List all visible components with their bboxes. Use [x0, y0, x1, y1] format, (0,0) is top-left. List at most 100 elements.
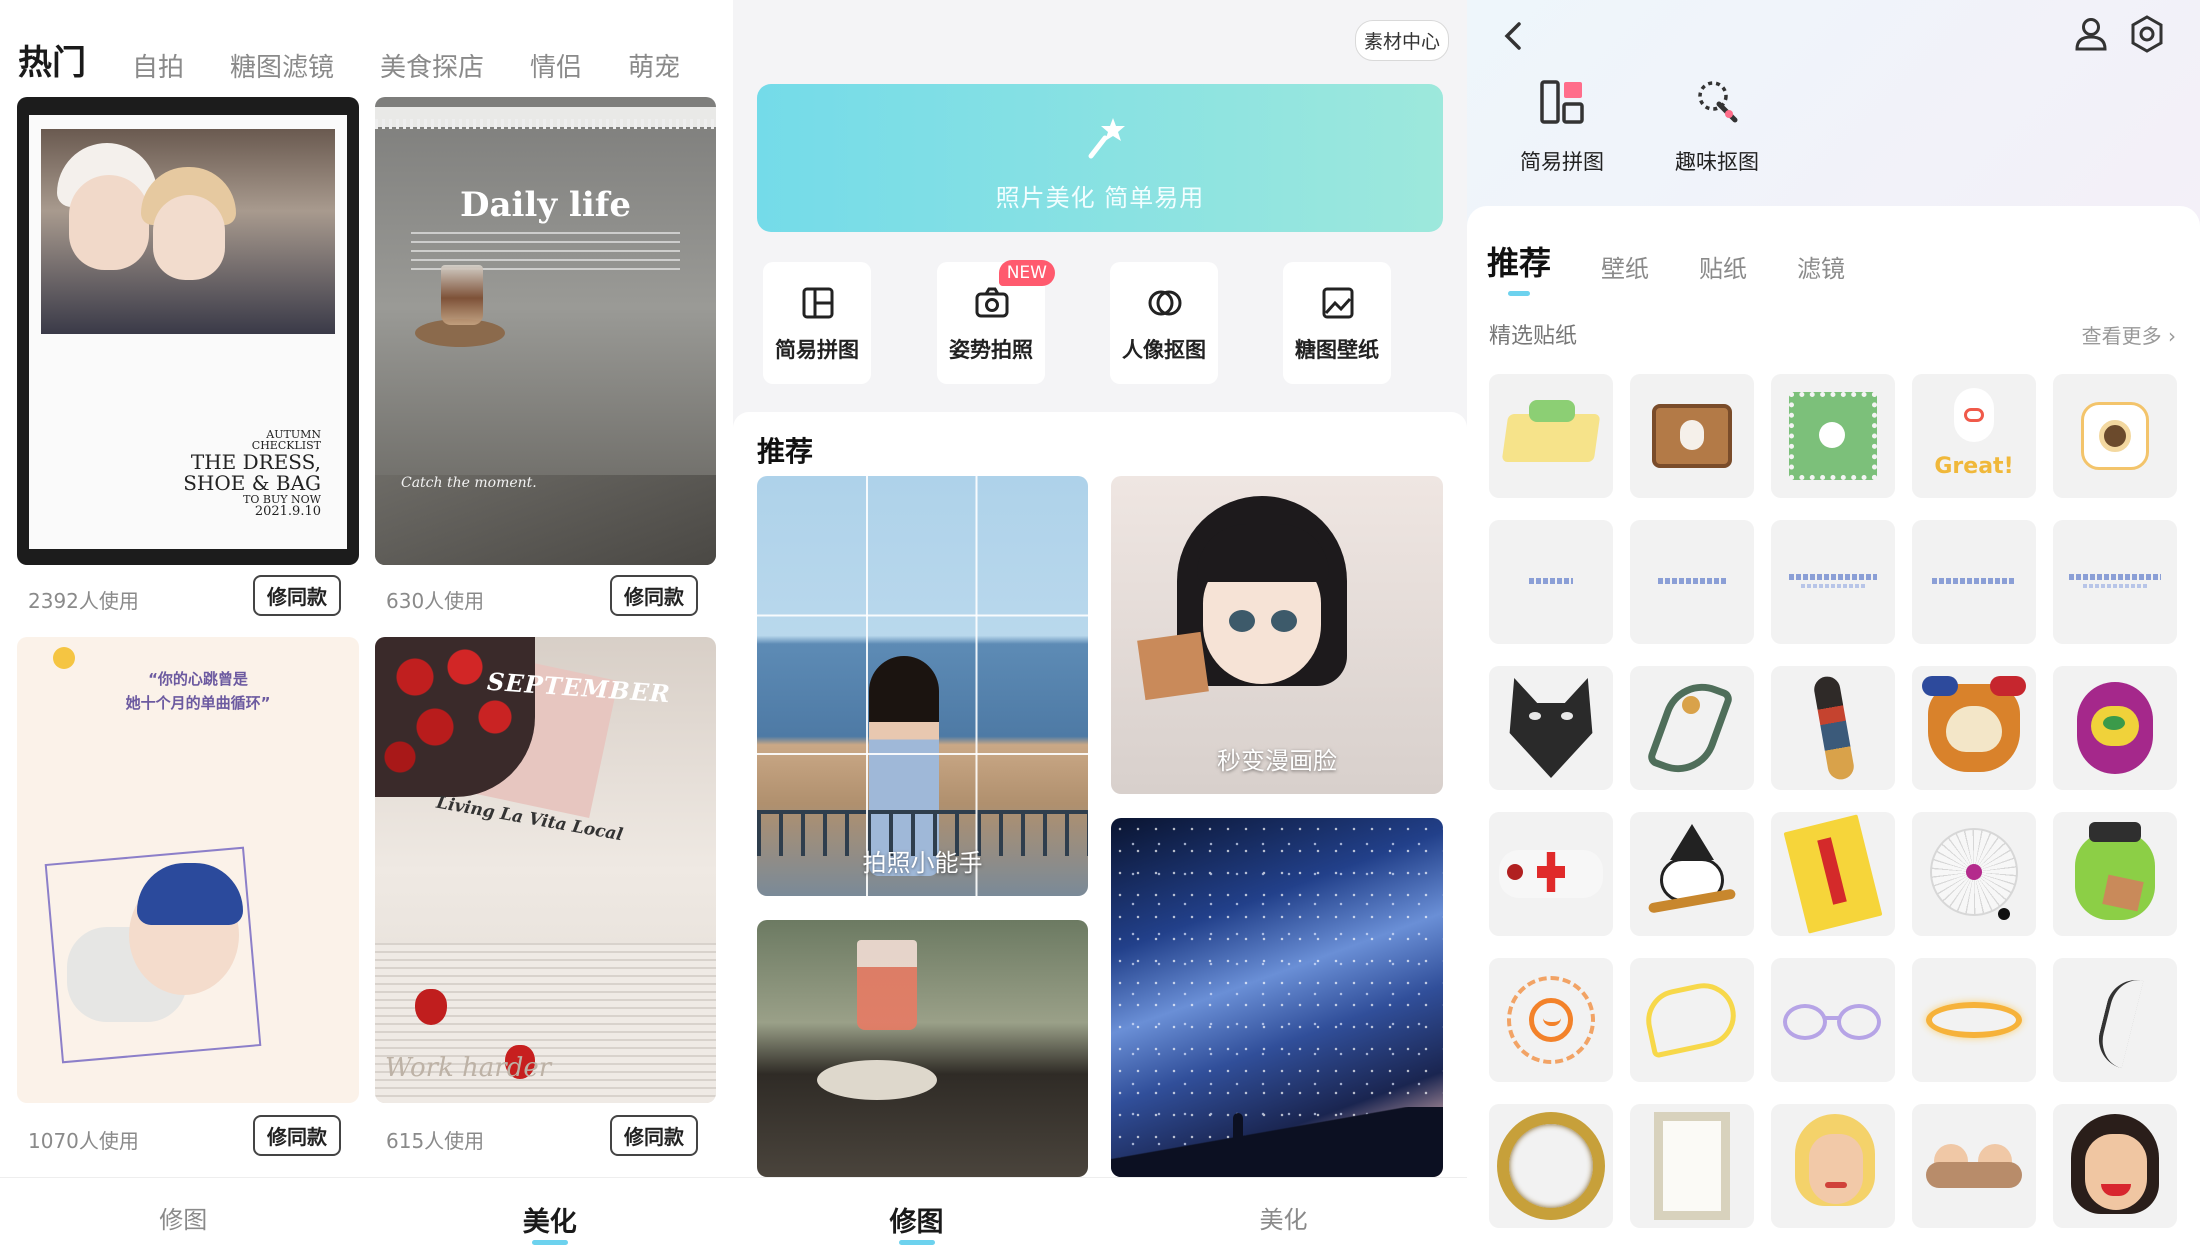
use-template-button[interactable]: 修同款	[610, 1115, 698, 1156]
sticker-item[interactable]	[1489, 520, 1613, 644]
sticker-item[interactable]: Great!	[1912, 374, 2036, 498]
tool-label: 姿势拍照	[949, 338, 1033, 362]
nav-beautify[interactable]: 美化	[1100, 1178, 1467, 1257]
new-badge: NEW	[998, 260, 1055, 286]
sticker-item[interactable]	[1771, 958, 1895, 1082]
sticker-item[interactable]	[1912, 1104, 2036, 1228]
sticker-item[interactable]	[2053, 958, 2177, 1082]
cutout-icon	[1148, 290, 1182, 316]
settings-icon[interactable]	[2127, 14, 2167, 54]
sticker-item[interactable]	[1630, 1104, 1754, 1228]
sticker-item[interactable]	[1489, 1104, 1613, 1228]
tool-simple-collage[interactable]: 简易拼图	[1502, 78, 1622, 176]
tab-pet[interactable]: 萌宠	[628, 47, 680, 90]
usage-count: 1070人使用	[28, 1129, 139, 1153]
sticker-item[interactable]	[2053, 666, 2177, 790]
tool-label: 简易拼图	[775, 338, 859, 362]
sticker-item[interactable]	[1912, 520, 2036, 644]
feed-card-label: 拍照小能手	[862, 849, 983, 877]
feed-card[interactable]: 秒变漫画脸	[1111, 476, 1443, 794]
sticker-item[interactable]	[1630, 520, 1754, 644]
sticker-item[interactable]	[1771, 520, 1895, 644]
feed-card[interactable]	[757, 920, 1088, 1177]
sticker-item[interactable]	[1771, 1104, 1895, 1228]
sticker-item[interactable]	[2053, 1104, 2177, 1228]
tab-wallpaper[interactable]: 壁纸	[1601, 249, 1649, 284]
sticker-item[interactable]	[1912, 812, 2036, 936]
tool-fun-cutout[interactable]: 趣味抠图	[1657, 78, 1777, 176]
template-card[interactable]: “你的心跳曾是 她十个月的单曲循环”	[17, 637, 359, 1103]
tool-label: 人像抠图	[1122, 338, 1206, 362]
sticker-item[interactable]	[2053, 520, 2177, 644]
feed-card[interactable]	[1111, 818, 1443, 1177]
template-card[interactable]: Daily life Catch the moment.	[375, 97, 716, 565]
tab-couple[interactable]: 情侣	[530, 47, 582, 90]
screen-home: 素材中心 照片美化 简单易用 简易拼图 姿势拍照 NEW 人像抠图 糖图壁纸 推	[733, 0, 1467, 1257]
nav-beautify[interactable]: 美化	[367, 1178, 734, 1257]
sticker-grid: Great!	[1489, 374, 2179, 1228]
tab-sticker[interactable]: 贴纸	[1699, 249, 1747, 284]
tab-food[interactable]: 美食探店	[380, 47, 484, 90]
see-more-link[interactable]: 查看更多 ›	[2082, 320, 2176, 349]
tool-pose-camera[interactable]: 姿势拍照 NEW	[937, 260, 1055, 384]
tool-label: 趣味抠图	[1675, 150, 1759, 174]
tab-selfie[interactable]: 自拍	[132, 47, 184, 90]
sticker-item[interactable]	[1912, 958, 2036, 1082]
tab-recommend[interactable]: 推荐	[1487, 238, 1551, 296]
tool-label: 糖图壁纸	[1295, 338, 1379, 362]
sticker-item[interactable]	[1489, 958, 1613, 1082]
nav-edit[interactable]: 修图	[0, 1178, 367, 1257]
tab-filter[interactable]: 糖图滤镜	[230, 47, 334, 90]
app-screens: 热门 自拍 糖图滤镜 美食探店 情侣 萌宠 AUTUMN CHECKLIST T…	[0, 0, 2200, 1257]
photo-caption: Daily life	[459, 185, 632, 225]
template-photo: SEPTEMBER Living La Vita Local Work hard…	[375, 637, 716, 1103]
sticker-item[interactable]	[1489, 374, 1613, 498]
sticker-item[interactable]	[1630, 666, 1754, 790]
category-tabs: 热门 自拍 糖图滤镜 美食探店 情侣 萌宠	[18, 30, 733, 90]
screen-materials: 简易拼图 趣味抠图 推荐 壁纸 贴纸 滤镜 精选贴纸 查看更多 › Great!	[1467, 0, 2200, 1257]
tool-portrait-cutout[interactable]: 人像抠图	[1110, 262, 1218, 384]
sticker-item[interactable]	[1630, 958, 1754, 1082]
usage-count: 2392人使用	[28, 589, 139, 613]
collage-icon	[802, 287, 834, 319]
camera-icon	[975, 287, 1009, 318]
use-template-button[interactable]: 修同款	[253, 1115, 341, 1156]
sticker-item[interactable]	[1771, 374, 1895, 498]
sticker-item[interactable]	[1771, 812, 1895, 936]
use-template-button[interactable]: 修同款	[253, 575, 341, 616]
section-title: 精选贴纸	[1489, 324, 1578, 349]
sticker-item[interactable]	[2053, 812, 2177, 936]
sticker-text: Great!	[1934, 454, 2014, 479]
tool-wallpaper[interactable]: 糖图壁纸	[1283, 262, 1391, 384]
usage-count: 615人使用	[386, 1129, 485, 1153]
photo-caption: Catch the moment.	[401, 475, 537, 491]
template-card[interactable]: AUTUMN CHECKLIST THE DRESS, SHOE & BAG T…	[17, 97, 359, 565]
photo-caption: AUTUMN CHECKLIST THE DRESS, SHOE & BAG T…	[183, 427, 321, 520]
user-icon[interactable]	[2071, 14, 2111, 54]
tab-filter[interactable]: 滤镜	[1797, 249, 1845, 284]
nav-edit[interactable]: 修图	[733, 1178, 1100, 1257]
usage-count: 630人使用	[386, 589, 485, 613]
sticker-item[interactable]	[1630, 374, 1754, 498]
magic-wand-icon	[1088, 118, 1125, 159]
sticker-item[interactable]	[2053, 374, 2177, 498]
sticker-item[interactable]	[1489, 666, 1613, 790]
sticker-item[interactable]	[1489, 812, 1613, 936]
use-template-button[interactable]: 修同款	[610, 575, 698, 616]
sticker-item[interactable]	[1771, 666, 1895, 790]
tool-simple-collage[interactable]: 简易拼图	[763, 262, 871, 384]
feed-card[interactable]: 拍照小能手	[757, 476, 1088, 896]
beautify-banner[interactable]: 照片美化 简单易用	[757, 84, 1443, 232]
back-icon[interactable]	[1495, 16, 1535, 56]
material-center-button[interactable]: 素材中心	[1354, 20, 1449, 61]
bottom-nav: 修图 美化	[0, 1177, 733, 1257]
wallpaper-icon	[1322, 287, 1354, 319]
sticker-item[interactable]	[1912, 666, 2036, 790]
bottom-nav: 修图 美化	[733, 1177, 1467, 1257]
template-card[interactable]: SEPTEMBER Living La Vita Local Work hard…	[375, 637, 716, 1103]
template-photo: “你的心跳曾是 她十个月的单曲循环”	[17, 637, 359, 1103]
sticker-item[interactable]	[1630, 812, 1754, 936]
tab-hot[interactable]: 热门	[18, 35, 86, 90]
section-title: 推荐	[757, 435, 814, 468]
template-photo: AUTUMN CHECKLIST THE DRESS, SHOE & BAG T…	[17, 97, 359, 565]
